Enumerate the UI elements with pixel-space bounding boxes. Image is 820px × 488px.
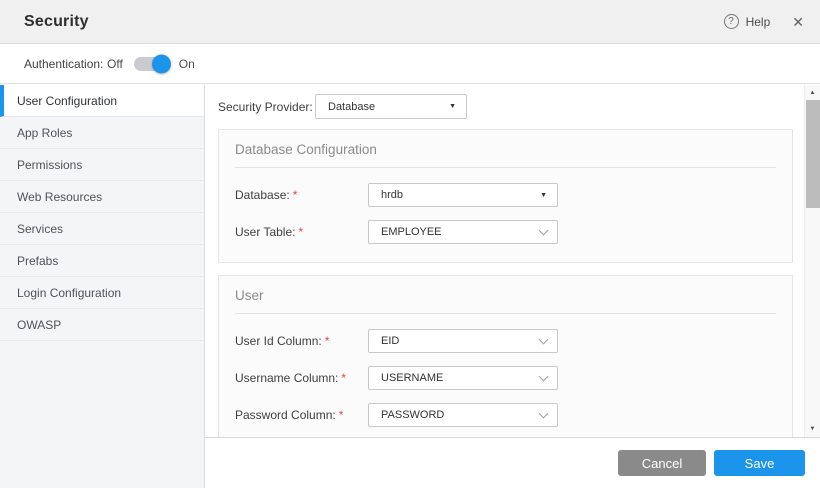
user-fields: User Id Column: * EID Username Column: * U… [219,314,792,437]
database-select[interactable]: hrdb ▼ [368,183,558,207]
chevron-down-icon [538,334,549,344]
authentication-row: Authentication: Off On [0,45,820,84]
toggle-off-label: Off [107,57,123,71]
scroll-up-icon[interactable]: ▲ [805,86,820,100]
toggle-knob-icon [151,54,171,74]
sidebar-item-web-resources[interactable]: Web Resources [0,181,204,213]
password-column-field-row: Password Column: * PASSWORD [235,403,776,427]
close-icon[interactable]: ✕ [792,15,804,29]
user-card: User User Id Column: * EID Username Colum… [218,275,793,437]
dialog-footer: Cancel Save [205,437,820,488]
username-column-field-row: Username Column: * USERNAME [235,366,776,390]
user-table-value: EMPLOYEE [381,226,442,238]
username-column-value: USERNAME [381,372,444,384]
security-provider-value: Database [328,100,376,113]
dropdown-triangle-icon: ▼ [449,103,456,110]
user-id-column-select[interactable]: EID [368,329,558,353]
user-id-column-value: EID [381,335,400,347]
security-provider-label: Security Provider: [218,99,313,114]
password-column-select[interactable]: PASSWORD [368,403,558,427]
required-asterisk: * [292,188,298,202]
section-title-user: User [235,276,776,314]
sidebar-item-login-configuration[interactable]: Login Configuration [0,277,204,309]
chevron-down-icon [538,225,549,235]
help-label: Help [745,14,771,29]
save-button[interactable]: Save [714,450,805,476]
scroll-down-icon[interactable]: ▼ [805,422,820,436]
chevron-down-icon [538,408,549,418]
sidebar-item-owasp[interactable]: OWASP [0,309,204,341]
username-column-select[interactable]: USERNAME [368,366,558,390]
scrollbar-thumb[interactable] [806,100,820,208]
username-column-label: Username Column: * [235,371,347,385]
security-provider-select[interactable]: Database ▼ [315,94,467,119]
database-label: Database: * [235,188,298,202]
user-table-field-row: User Table: * EMPLOYEE [235,220,776,244]
database-value: hrdb [381,189,404,201]
scrollbar[interactable]: ▲ ▼ [804,85,820,437]
help-icon: ? [723,14,739,29]
user-id-column-label: User Id Column: * [235,334,330,348]
dropdown-triangle-icon: ▼ [540,191,547,199]
user-table-select[interactable]: EMPLOYEE [368,220,558,244]
page-title: Security [24,12,89,30]
required-asterisk: * [324,334,330,348]
sidebar-item-services[interactable]: Services [0,213,204,245]
database-configuration-fields: Database: * hrdb ▼ User Table: * EMPLOYEE [219,168,792,262]
required-asterisk: * [341,371,347,385]
security-provider-row: Security Provider: Database ▼ [218,94,820,119]
toggle-on-label: On [178,57,195,71]
content-panel: Security Provider: Database ▼ Database C… [206,85,820,437]
settings-sidebar: User Configuration App Roles Permissions… [0,85,205,488]
section-title-database-configuration: Database Configuration [235,130,776,168]
sidebar-item-user-configuration[interactable]: User Configuration [0,85,204,117]
authentication-toggle[interactable] [133,54,171,74]
password-column-label: Password Column: * [235,408,344,422]
sidebar-item-prefabs[interactable]: Prefabs [0,245,204,277]
authentication-label: Authentication: [24,57,104,71]
password-column-value: PASSWORD [381,409,445,421]
user-id-column-field-row: User Id Column: * EID [235,329,776,353]
dialog-header: Security ? Help ✕ [0,0,820,44]
user-table-label: User Table: * [235,225,304,239]
chevron-down-icon [538,371,549,381]
cancel-button[interactable]: Cancel [618,450,706,476]
database-configuration-card: Database Configuration Database: * hrdb ▼… [218,129,793,263]
required-asterisk: * [338,408,344,422]
sidebar-item-permissions[interactable]: Permissions [0,149,204,181]
database-field-row: Database: * hrdb ▼ [235,183,776,207]
sidebar-item-app-roles[interactable]: App Roles [0,117,204,149]
header-actions: ? Help ✕ [723,14,804,29]
help-button[interactable]: ? Help [723,14,771,29]
security-dialog: Security ? Help ✕ Authentication: Off On… [0,0,820,488]
required-asterisk: * [298,225,304,239]
